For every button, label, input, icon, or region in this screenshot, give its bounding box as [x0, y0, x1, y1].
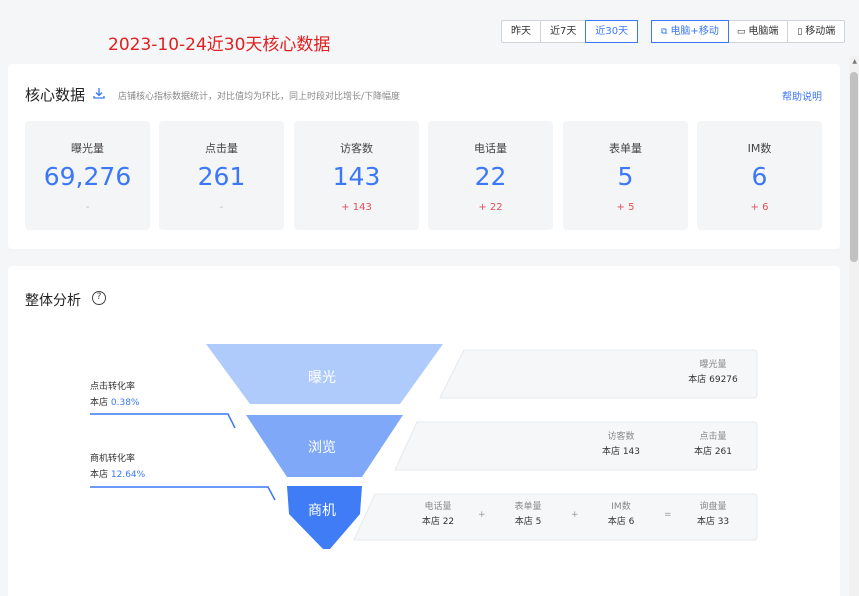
info-value: 本店 33 [696, 517, 730, 527]
info-exposure: 曝光量 本店 69276 [678, 358, 748, 388]
device-pc-label: 电脑端 [748, 26, 779, 37]
metric-label: 电话量 [474, 142, 507, 155]
rate-prefix: 本店 [90, 398, 109, 408]
stage-label-biz: 商机 [308, 503, 336, 519]
metric-label: 点击量 [205, 142, 238, 155]
range-yesterday-button[interactable]: 昨天 [502, 21, 541, 42]
download-icon[interactable] [92, 86, 106, 100]
metric-change: - [219, 202, 224, 213]
device-all-label: 电脑+移动 [670, 26, 719, 37]
metric-change: + 22 [478, 202, 503, 213]
metric-change: + 5 [616, 202, 635, 213]
plus-sign: + [571, 510, 579, 520]
info-value: 本店 5 [514, 517, 542, 527]
metric-card-forms: 表单量 5 + 5 [563, 121, 688, 230]
core-data-description: 店铺核心指标数据统计，对比值均为环比，同上时段对比增长/下降幅度 [118, 92, 401, 102]
info-value: 本店 69276 [688, 375, 738, 385]
rate-value: 12.64% [110, 470, 146, 480]
device-mobile-label: 移动端 [805, 26, 836, 37]
info-name: 电话量 [424, 502, 452, 512]
info-calls: 电话量 本店 22 [403, 500, 473, 530]
info-value: 本店 22 [421, 517, 455, 527]
plus-sign: + [478, 510, 486, 520]
metric-value: 143 [332, 162, 381, 191]
info-im: IM数 本店 6 [586, 500, 656, 530]
metric-card-visitors: 访客数 143 + 143 [294, 121, 419, 230]
metric-card-clicks: 点击量 261 - [159, 121, 284, 230]
metric-label: 曝光量 [71, 142, 104, 155]
overall-analysis-card: 整体分析 ? 曝光 浏览 商机 点击转化率 本店 0.38% 商机转化率 本店 … [8, 266, 840, 596]
metric-label: 表单量 [609, 142, 642, 155]
metric-value: 6 [751, 162, 768, 191]
info-name: IM数 [611, 502, 631, 512]
info-value: 本店 143 [601, 447, 641, 457]
equals-sign: = [664, 510, 672, 520]
range-30days-button[interactable]: 近30天 [585, 20, 639, 43]
metric-card-im: IM数 6 + 6 [697, 121, 822, 230]
info-name: 询盘量 [699, 502, 727, 512]
page-title: 2023-10-24近30天核心数据 [108, 35, 331, 55]
top-bar: 2023-10-24近30天核心数据 昨天 近7天 近30天 ⧉ 电脑+移动 ▭ 电… [0, 0, 859, 62]
core-data-title: 核心数据 [25, 86, 86, 104]
rate-label: 点击转化率 [90, 382, 136, 392]
stage-label-browse: 浏览 [308, 440, 336, 456]
info-value: 本店 6 [607, 517, 635, 527]
scrollbar-thumb[interactable] [850, 72, 858, 262]
metric-card-calls: 电话量 22 + 22 [428, 121, 553, 230]
rate-value: 0.38% [110, 398, 140, 408]
metric-value: 5 [617, 162, 634, 191]
metric-label: IM数 [747, 142, 772, 155]
metric-label: 访客数 [340, 142, 373, 155]
monitor-icon: ▭ [736, 27, 746, 37]
mobile-icon: ▯ [797, 27, 803, 37]
info-name: 曝光量 [699, 360, 727, 370]
device-group: ⧉ 电脑+移动 ▭ 电脑端 ▯ 移动端 [651, 20, 846, 43]
info-forms: 表单量 本店 5 [493, 500, 563, 530]
info-value: 本店 261 [693, 447, 733, 457]
metric-change: + 143 [341, 202, 372, 213]
info-name: 点击量 [699, 432, 727, 442]
device-pc-button[interactable]: ▭ 电脑端 [728, 21, 789, 42]
click-rate-connector [90, 413, 236, 429]
biz-rate-connector [90, 486, 276, 501]
click-conversion-rate: 点击转化率 本店 0.38% [90, 379, 139, 411]
device-mobile-button[interactable]: ▯ 移动端 [788, 21, 844, 42]
scroll-up-arrow-icon[interactable]: ▲ [852, 58, 857, 65]
metric-change: - [85, 202, 90, 213]
info-visitors: 访客数 本店 143 [586, 430, 656, 460]
range-7days-button[interactable]: 近7天 [541, 21, 587, 42]
metric-change: + 6 [750, 202, 769, 213]
rate-prefix: 本店 [90, 470, 109, 480]
date-range-group: 昨天 近7天 近30天 [501, 20, 639, 43]
help-link[interactable]: 帮助说明 [782, 88, 822, 103]
metric-card-exposure: 曝光量 69,276 - [25, 121, 150, 230]
stage-label-exposure: 曝光 [308, 370, 336, 386]
core-data-card: 核心数据 店铺核心指标数据统计，对比值均为环比，同上时段对比增长/下降幅度 帮助… [8, 64, 840, 249]
info-name: 表单量 [514, 502, 542, 512]
biz-conversion-rate: 商机转化率 本店 12.64% [90, 451, 145, 483]
info-name: 访客数 [607, 432, 635, 442]
device-all-button[interactable]: ⧉ 电脑+移动 [651, 20, 729, 43]
metric-value: 261 [197, 162, 246, 191]
info-clicks: 点击量 本店 261 [678, 430, 748, 460]
info-inquiries: 询盘量 本店 33 [678, 500, 748, 530]
metric-value: 22 [474, 162, 507, 191]
metric-value: 69,276 [43, 162, 132, 191]
rate-label: 商机转化率 [90, 454, 136, 464]
devices-icon: ⧉ [661, 27, 668, 37]
